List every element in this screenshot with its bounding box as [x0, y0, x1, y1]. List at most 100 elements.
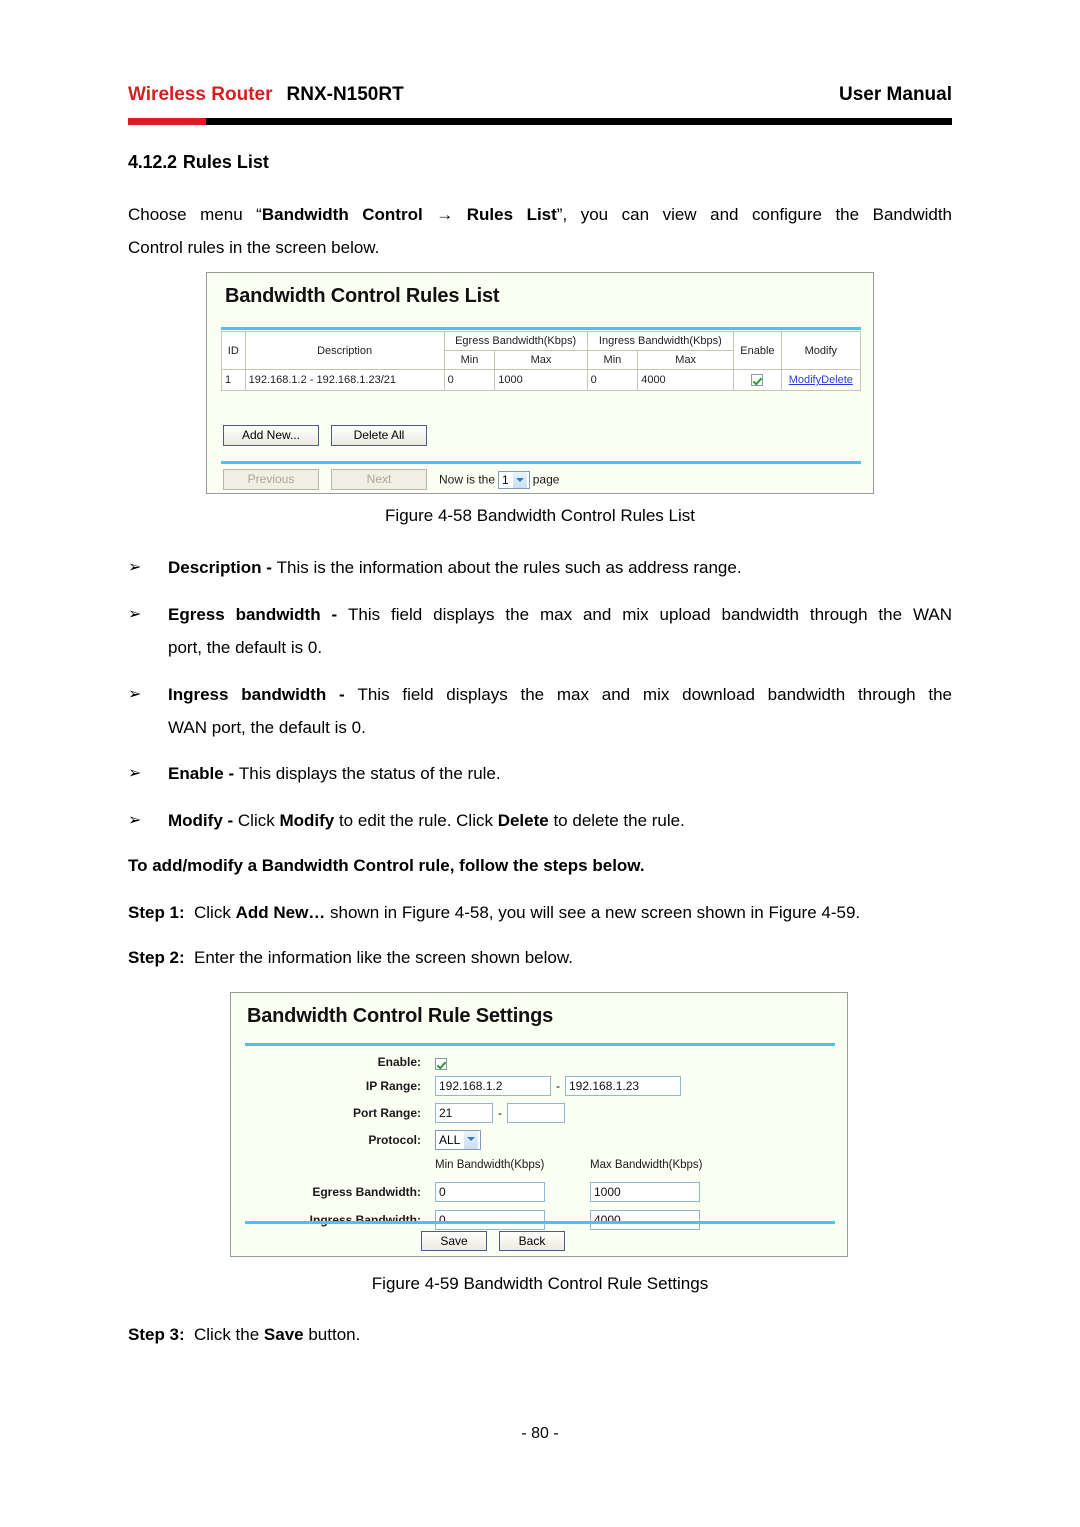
max-bandwidth-header: Max Bandwidth(Kbps) [590, 1159, 703, 1171]
cell-egress-max: 1000 [494, 369, 588, 391]
bullet-body-1: This field displays the max and mix uplo… [348, 605, 952, 624]
bullet-term-egress: Egress bandwidth [168, 605, 321, 624]
header-left: Wireless Router RNX-N150RT [128, 84, 404, 106]
save-button[interactable]: Save [420, 1230, 488, 1252]
ingress-max-input[interactable]: 4000 [590, 1209, 700, 1230]
bullet-egress-bandwidth: ➢ Egress bandwidth - This field displays… [128, 598, 952, 664]
bullet-modify-d: Delete [497, 811, 549, 830]
figure-1-caption: Figure 4-58 Bandwidth Control Rules List [385, 506, 695, 525]
bullet-description-text: Description - This is the information ab… [168, 551, 952, 584]
rules-table: ID Description Egress Bandwidth(Kbps) In… [221, 331, 862, 391]
intro-bold-bandwidth-control: Bandwidth Control [261, 205, 423, 224]
port-range-start-input[interactable]: 21 [435, 1103, 493, 1123]
egress-max-input[interactable]: 1000 [590, 1181, 700, 1202]
header-brand: Wireless Router [128, 84, 273, 105]
ingress-bandwidth-label: Ingress Bandwidth: [309, 1213, 421, 1227]
bullet-modify-text: Modify - Click Modify to edit the rule. … [168, 804, 952, 837]
protocol-select-value: ALL [439, 1133, 461, 1148]
egress-bandwidth-control: 0 1000 [435, 1181, 700, 1203]
section-number: 4.12.2 [128, 152, 177, 172]
step-1: Step 1: Click Add New… shown in Figure 4-… [128, 896, 952, 929]
min-bandwidth-header: Min Bandwidth(Kbps) [435, 1159, 545, 1171]
enable-control [435, 1051, 447, 1073]
step-2: Step 2: Enter the information like the sc… [128, 941, 952, 974]
manual-page: Wireless Router RNX-N150RT User Manual 4.… [0, 0, 1080, 1527]
enable-checkbox[interactable] [751, 374, 764, 387]
step-3-text-a: Click the [194, 1325, 264, 1344]
figure-2-caption: Figure 4-59 Bandwidth Control Rule Setti… [371, 1274, 709, 1293]
rules-table-head: ID Description Egress Bandwidth(Kbps) In… [221, 331, 862, 370]
bullet-term-modify: Modify [168, 811, 223, 830]
step-3-text-b: Save [263, 1325, 304, 1344]
table-row: 1 192.168.1.2 - 192.168.1.23/21 0 1000 0… [221, 369, 862, 391]
bullet-sep-4: - [222, 811, 238, 830]
ip-range-separator: - [556, 1079, 560, 1093]
ip-range-end-input[interactable]: 192.168.1.23 [565, 1076, 681, 1096]
port-range-label: Port Range: [352, 1106, 421, 1120]
ip-range-start-input[interactable]: 192.168.1.2 [435, 1076, 551, 1096]
bullet-sep-2: - [326, 685, 358, 704]
pager-text-after: page [532, 472, 560, 487]
step-1-text-a: Click [194, 903, 236, 922]
rules-table-body: 1 192.168.1.2 - 192.168.1.23/21 0 1000 0… [221, 369, 862, 391]
step-2-label: Step 2: [128, 948, 185, 967]
bullet-body-3: This displays the status of the rule. [238, 764, 501, 783]
header-model: RNX-N150RT [286, 84, 404, 105]
enable-checkbox[interactable] [435, 1057, 447, 1070]
add-new-button[interactable]: Add New... [222, 424, 320, 447]
pagination-row: Previous Next Now is the 1 page [222, 468, 843, 491]
bullet-arrow-icon: ➢ [128, 765, 142, 782]
step-2-text-a: Enter the information like the screen sh… [194, 948, 573, 967]
port-range-end-input[interactable] [507, 1103, 565, 1123]
row-protocol: Protocol: ALL [245, 1129, 835, 1159]
panel-top-divider [221, 327, 861, 330]
row-egress-bandwidth: Egress Bandwidth: 0 1000 [245, 1181, 835, 1209]
egress-bandwidth-label: Egress Bandwidth: [312, 1185, 421, 1199]
page-number: - 80 - [521, 1425, 559, 1442]
bullet-arrow-icon: ➢ [128, 559, 142, 576]
header-right-title: User Manual [839, 84, 952, 105]
protocol-control: ALL [435, 1129, 482, 1151]
protocol-select[interactable]: ALL [435, 1130, 482, 1151]
next-button[interactable]: Next [330, 468, 428, 491]
th-egress-min: Min [443, 350, 496, 370]
back-button[interactable]: Back [498, 1230, 566, 1252]
page-select[interactable]: 1 [498, 470, 530, 489]
bullet-description: ➢ Description - This is the information … [128, 551, 952, 584]
th-egress-bandwidth: Egress Bandwidth(Kbps) [443, 331, 588, 351]
bullet-term-ingress: Ingress bandwidth [168, 685, 327, 704]
rules-table-header-row-1: ID Description Egress Bandwidth(Kbps) In… [221, 331, 862, 370]
add-modify-heading: To add/modify a Bandwidth Control rule, … [128, 856, 645, 875]
th-ingress-min: Min [586, 350, 639, 370]
step-1-label: Step 1: [128, 903, 185, 922]
intro-text-1: Choose menu “ [128, 205, 262, 224]
bullet-ingress-bandwidth: ➢ Ingress bandwidth - This field display… [128, 678, 952, 744]
previous-button[interactable]: Previous [222, 468, 320, 491]
port-range-separator: - [498, 1106, 502, 1120]
delete-link[interactable]: Delete [821, 374, 853, 386]
bullet-enable: ➢ Enable - This displays the status of t… [128, 757, 952, 790]
th-ingress-bandwidth: Ingress Bandwidth(Kbps) [586, 331, 735, 351]
bullet-modify-c: to edit the rule. Click [334, 811, 498, 830]
bullet-egress-text: Egress bandwidth - This field displays t… [168, 598, 952, 664]
ingress-bandwidth-control: 0 4000 [435, 1209, 700, 1231]
intro-text-3: Control rules in the screen below. [128, 238, 380, 257]
ip-range-control: 192.168.1.2-192.168.1.23 [435, 1075, 681, 1097]
bullet-modify-a: Click [237, 811, 280, 830]
delete-all-button[interactable]: Delete All [330, 424, 428, 447]
row-enable: Enable: [245, 1051, 835, 1075]
step-1-text-b: Add New… [235, 903, 326, 922]
bullet-arrow-icon: ➢ [128, 686, 142, 703]
bullet-body-1b: port, the default is 0. [168, 638, 323, 657]
modify-link[interactable]: Modify [789, 374, 821, 386]
pager-text-before: Now is the [439, 472, 496, 487]
bullet-body-2b: WAN port, the default is 0. [168, 718, 366, 737]
intro-text-2: ”, you can view and configure the Bandwi… [556, 205, 953, 224]
page-select-value: 1 [502, 472, 509, 487]
chevron-down-icon [512, 471, 527, 488]
ingress-min-input[interactable]: 0 [435, 1209, 545, 1230]
bullet-sep-0: - [261, 558, 277, 577]
section-heading: 4.12.2 Rules List [128, 152, 269, 173]
header-divider-accent [128, 118, 206, 125]
egress-min-input[interactable]: 0 [435, 1181, 545, 1202]
